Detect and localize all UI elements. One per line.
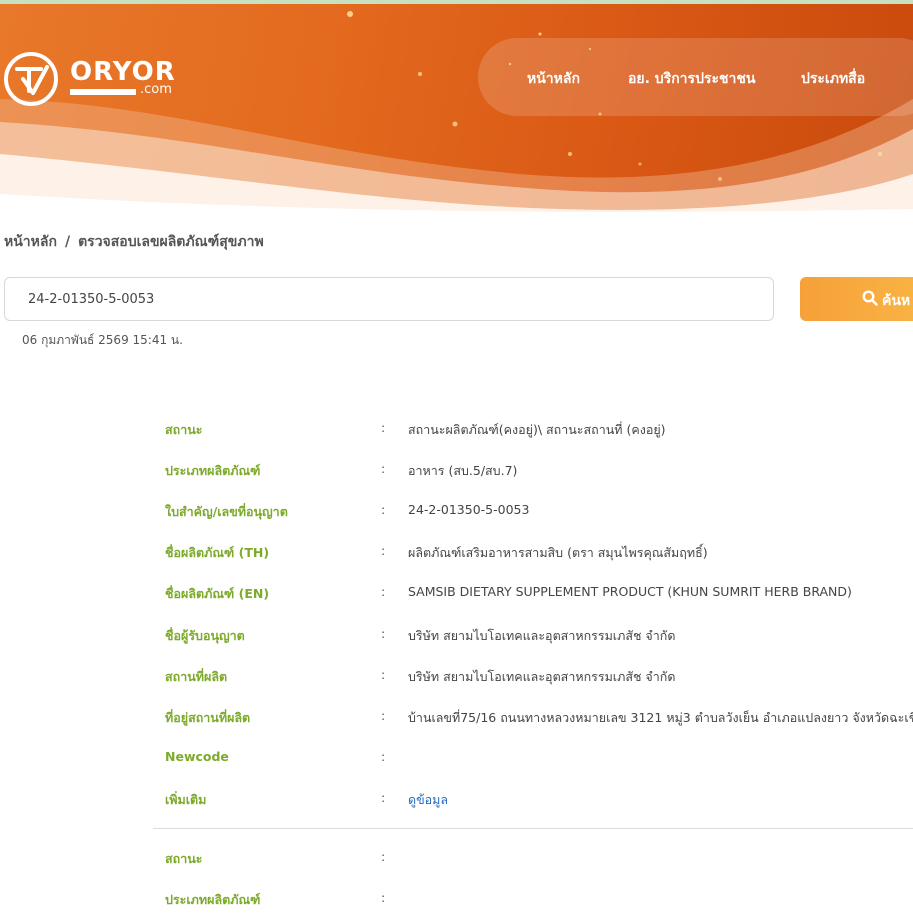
breadcrumb-home-link[interactable]: หน้าหลัก: [4, 234, 57, 250]
row-colon: :: [381, 749, 386, 764]
manufacturer-address-label: ที่อยู่สถานที่ผลิต: [165, 710, 251, 725]
oryor-logo-icon: [4, 52, 58, 106]
newcode-label: Newcode: [165, 749, 229, 764]
product-name-en-label: ชื่อผลิตภัณฑ์ (EN): [165, 586, 270, 601]
row-colon: :: [381, 502, 386, 517]
nav-item-home[interactable]: หน้าหลัก: [527, 68, 580, 90]
manufacturer-label: สถานที่ผลิต: [165, 669, 228, 684]
row-colon: :: [381, 790, 386, 805]
licensee-label: ชื่อผู้รับอนุญาต: [165, 628, 245, 643]
result-divider: [153, 828, 913, 829]
search-button-label: ค้นห: [882, 293, 911, 309]
product-type-label: ประเภทผลิตภัณฑ์: [165, 463, 261, 478]
result-row-manufacturer-address: ที่อยู่สถานที่ผลิต : บ้านเลขที่75/16 ถนน…: [0, 708, 913, 730]
result-row-more: เพิ่มเติม : ดูข้อมูล: [0, 790, 913, 812]
manufacturer-value: บริษัท สยามไบโอเทคและอุตสาหกรรมเภสัช จำก…: [408, 669, 676, 684]
more-label: เพิ่มเติม: [165, 792, 207, 807]
license-number-value: 24-2-01350-5-0053: [408, 502, 530, 517]
result-row-product-name-th: ชื่อผลิตภัณฑ์ (TH) : ผลิตภัณฑ์เสริมอาหาร…: [0, 543, 913, 565]
result-row-status: สถานะ : สถานะผลิตภัณฑ์(คงอยู่)\ สถานะสถา…: [0, 420, 913, 442]
header-banner: ORYOR .com หน้าหลัก อย. บริการประชาชน ปร…: [0, 4, 913, 219]
product-type-label: ประเภทผลิตภัณฑ์: [165, 892, 261, 907]
breadcrumb: หน้าหลัก / ตรวจสอบเลขผลิตภัณฑ์สุขภาพ: [4, 231, 264, 253]
result-row-product-name-en: ชื่อผลิตภัณฑ์ (EN) : SAMSIB DIETARY SUPP…: [0, 584, 913, 606]
result-row-newcode: Newcode :: [0, 749, 913, 771]
row-colon: :: [381, 708, 386, 723]
row-colon: :: [381, 890, 386, 905]
result2-row-status: สถานะ :: [0, 849, 913, 871]
result-row-product-type: ประเภทผลิตภัณฑ์ : อาหาร (สบ.5/สบ.7): [0, 461, 913, 483]
licensee-value: บริษัท สยามไบโอเทคและอุตสาหกรรมเภสัช จำก…: [408, 628, 676, 643]
result-row-manufacturer: สถานที่ผลิต : บริษัท สยามไบโอเทคและอุตสา…: [0, 667, 913, 689]
product-number-search-input[interactable]: [4, 277, 774, 321]
query-timestamp: 06 กุมภาพันธ์ 2569 15:41 น.: [22, 333, 183, 347]
product-name-th-label: ชื่อผลิตภัณฑ์ (TH): [165, 545, 270, 560]
nav-item-media-types[interactable]: ประเภทสื่อ: [801, 68, 865, 90]
license-number-label: ใบสำคัญ/เลขที่อนุญาต: [165, 504, 288, 519]
result2-row-product-type: ประเภทผลิตภัณฑ์ :: [0, 890, 913, 912]
search-icon: [862, 290, 878, 310]
oryor-logo[interactable]: ORYOR .com: [4, 52, 175, 106]
manufacturer-address-value: บ้านเลขที่75/16 ถนนทางหลวงหมายเลข 3121 ห…: [408, 710, 913, 725]
row-colon: :: [381, 461, 386, 476]
status-label: สถานะ: [165, 851, 203, 866]
row-colon: :: [381, 667, 386, 682]
row-colon: :: [381, 626, 386, 641]
status-value: สถานะผลิตภัณฑ์(คงอยู่)\ สถานะสถานที่ (คง…: [408, 422, 666, 437]
row-colon: :: [381, 584, 386, 599]
breadcrumb-current: ตรวจสอบเลขผลิตภัณฑ์สุขภาพ: [78, 234, 264, 250]
row-colon: :: [381, 420, 386, 435]
main-nav: หน้าหลัก อย. บริการประชาชน ประเภทสื่อ: [478, 38, 913, 116]
search-button[interactable]: ค้นห: [800, 277, 913, 321]
logo-underline: [70, 89, 136, 95]
product-name-th-value: ผลิตภัณฑ์เสริมอาหารสามสิบ (ตรา สมุนไพรคุ…: [408, 545, 708, 560]
view-details-link[interactable]: ดูข้อมูล: [408, 790, 448, 810]
product-type-value: อาหาร (สบ.5/สบ.7): [408, 463, 518, 478]
row-colon: :: [381, 849, 386, 864]
status-label: สถานะ: [165, 422, 203, 437]
result-row-license-number: ใบสำคัญ/เลขที่อนุญาต : 24-2-01350-5-0053: [0, 502, 913, 524]
row-colon: :: [381, 543, 386, 558]
logo-domain: .com: [140, 82, 172, 97]
result-row-licensee: ชื่อผู้รับอนุญาต : บริษัท สยามไบโอเทคและ…: [0, 626, 913, 648]
nav-item-public-services[interactable]: อย. บริการประชาชน: [628, 68, 755, 90]
breadcrumb-separator: /: [64, 234, 71, 250]
product-name-en-value: SAMSIB DIETARY SUPPLEMENT PRODUCT (KHUN …: [408, 584, 852, 599]
